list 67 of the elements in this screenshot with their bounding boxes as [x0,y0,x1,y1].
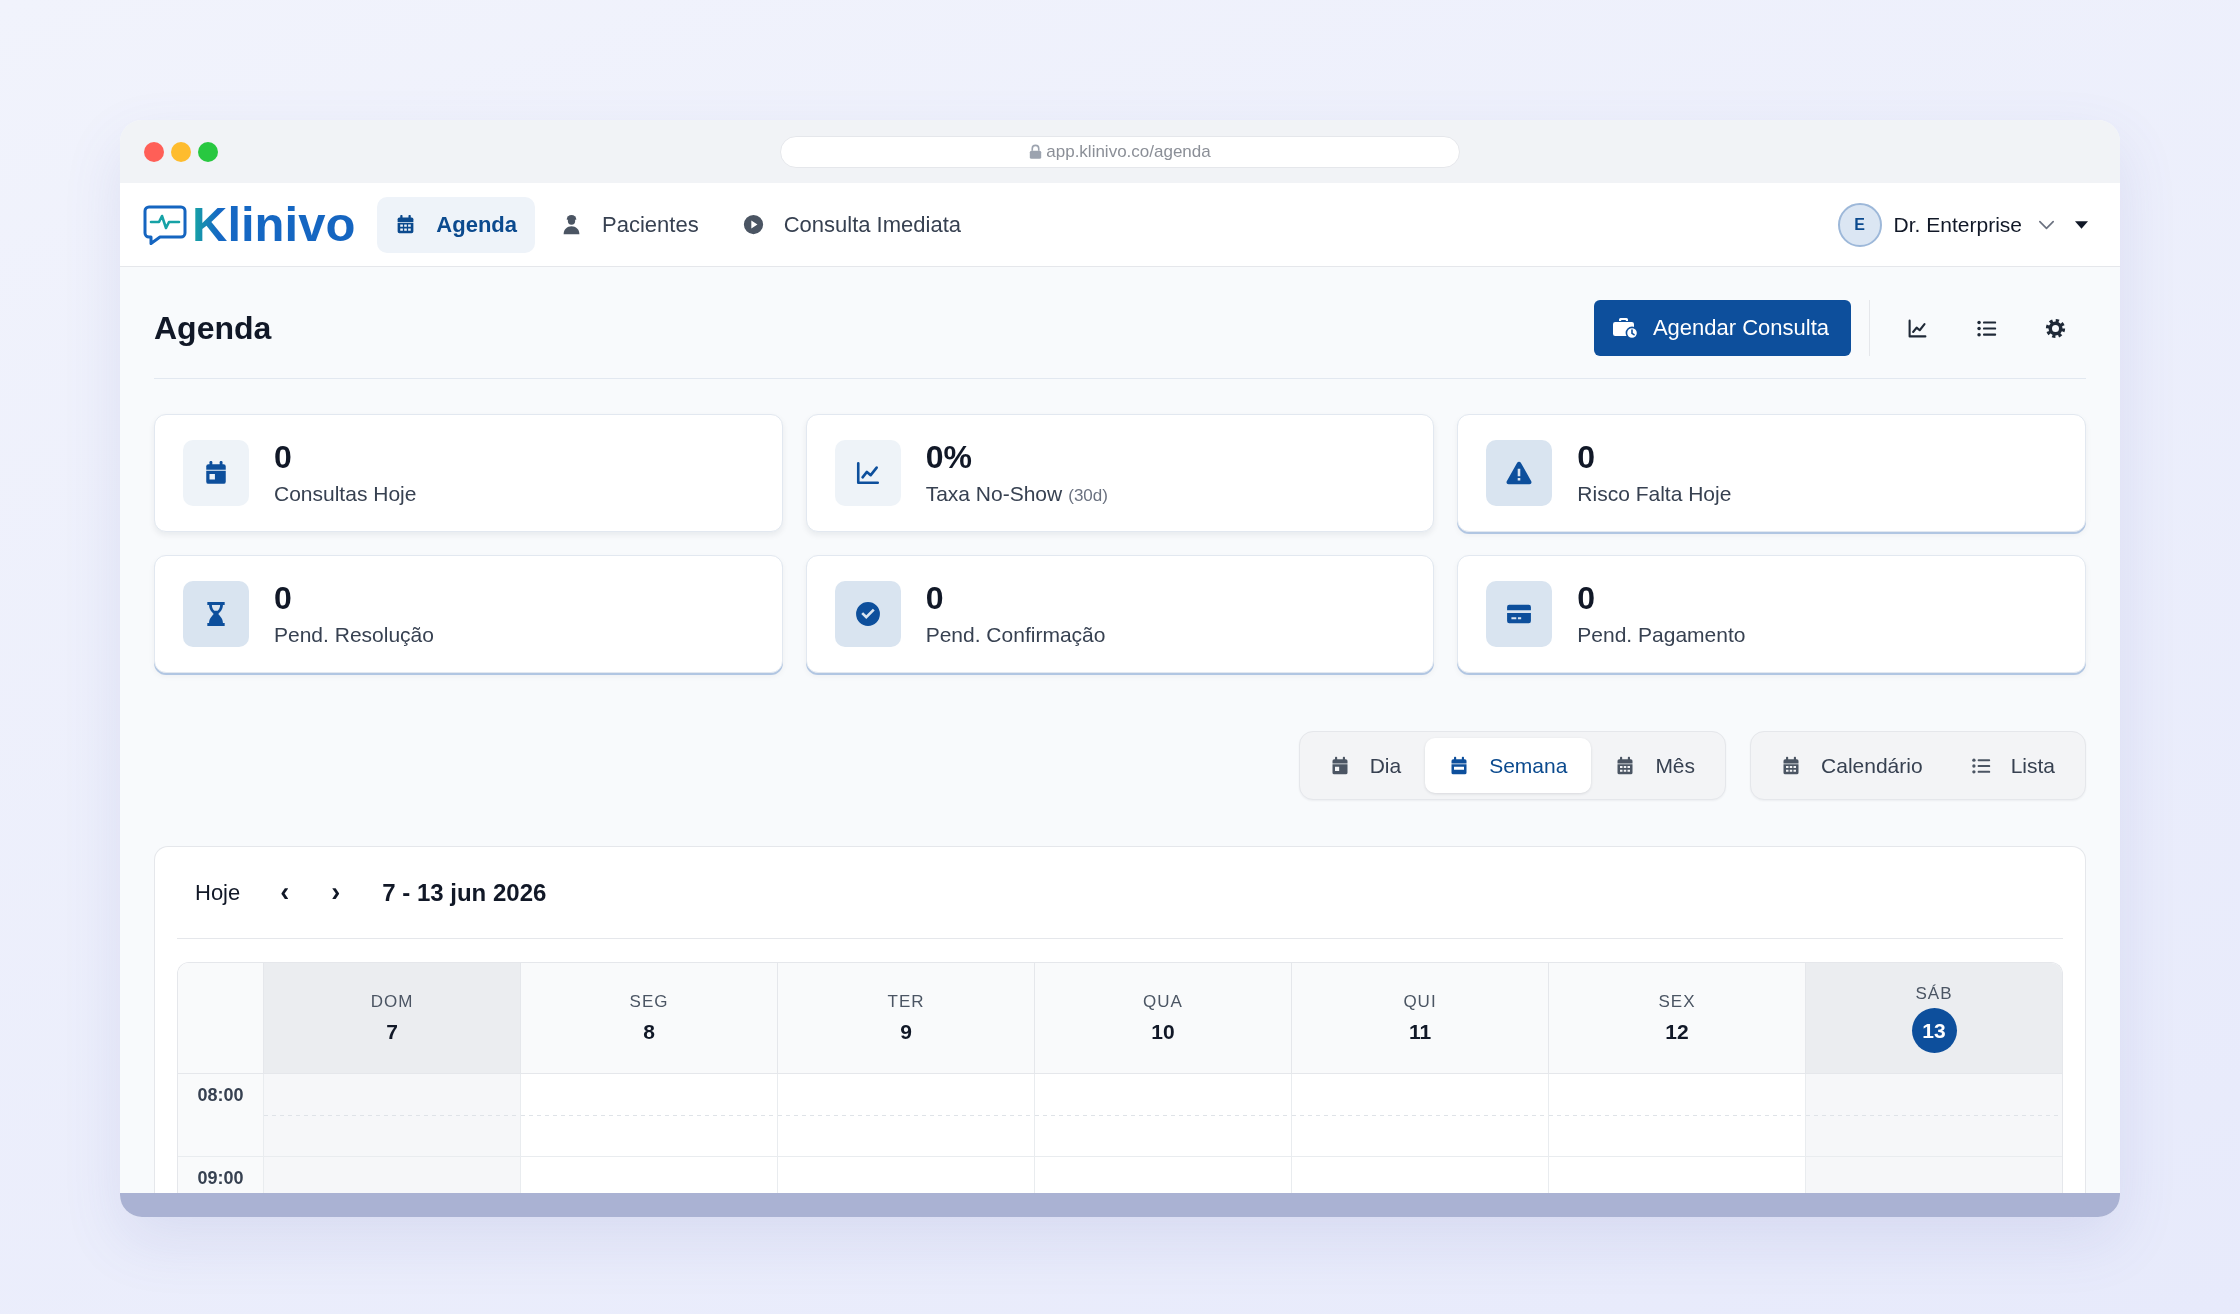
stat-value: 0 [1577,580,1597,617]
view-mode-tab[interactable]: Semana [1425,738,1592,793]
today-date-badge: 13 [1911,1007,1957,1053]
window-maximize-icon[interactable] [198,141,218,162]
weekday-label: QUI [1403,992,1437,1012]
time-label: 08:00 [178,1074,263,1156]
lock-icon [1029,144,1043,159]
weekday-label: TER [887,992,925,1012]
line-chart-icon[interactable] [1906,317,1928,339]
next-week-button[interactable]: › [323,876,349,909]
day-number: 9 [900,1020,912,1044]
caret-down-icon[interactable] [2075,220,2088,229]
previous-week-button[interactable]: ‹ [272,876,298,909]
nav-tab[interactable]: Pacientes [543,196,717,253]
calendar-icon [1615,755,1636,776]
time-slot[interactable] [1805,1157,2062,1193]
stat-value: 0 [274,580,293,617]
stat-label: Pend. Resolução [274,623,434,648]
page-title: Agenda [154,309,272,347]
weekday-label: SÁB [1915,983,1953,1004]
weekday-label: SEG [629,992,669,1012]
stat-label: Risco Falta Hoje [1577,482,1732,507]
settings-icon[interactable] [2044,317,2066,339]
schedule-appointment-button[interactable]: Agendar Consulta [1593,300,1851,356]
calendar-icon [1781,755,1802,776]
briefcase-clock-icon [1611,316,1639,340]
stat-label: Taxa No-Show [925,482,1063,507]
stat-label: Pend. Pagamento [1577,623,1746,648]
chevron-down-icon [2038,219,2055,230]
line-chart-icon [834,440,901,506]
today-button[interactable]: Hoje [191,875,245,910]
credit-card-icon [1486,581,1553,647]
weekday-label: SEX [1658,992,1696,1012]
day-number: 11 [1408,1020,1432,1044]
stat-label: Pend. Confirmação [925,623,1106,648]
window-close-icon[interactable] [144,141,164,162]
calendar-icon [183,440,249,506]
calendar-week-icon [1449,755,1470,776]
stat-period-note: (30d) [1068,486,1108,507]
avatar: E [1837,202,1882,247]
time-slot[interactable] [263,1157,520,1193]
weekday-label: QUA [1143,992,1183,1012]
stat-value: 0 [1577,439,1597,476]
user-menu-button[interactable]: E Dr. Enterprise [1837,202,2055,247]
nav-tab[interactable]: Consulta Imediata [724,196,979,253]
time-slot[interactable] [263,1074,520,1156]
logo-icon[interactable] [143,204,187,245]
display-mode-tab[interactable]: Calendário [1757,738,1947,793]
stat-value: 0 [274,439,293,476]
date-range-title: 7 - 13 jun 2026 [382,878,547,907]
window-minimize-icon[interactable] [171,141,191,162]
weekday-label: DOM [370,992,414,1012]
day-number: 12 [1665,1020,1689,1044]
time-label: 09:00 [178,1157,263,1193]
day-number: 10 [1151,1020,1175,1044]
stat-value: 0 [925,580,945,617]
time-slot[interactable] [1805,1074,2062,1156]
day-number: 8 [643,1020,655,1044]
view-mode-tab[interactable]: Mês [1591,738,1720,793]
nav-tab[interactable]: Agenda [377,196,536,253]
view-mode-tab[interactable]: Dia [1305,738,1426,793]
warning-icon [1486,440,1553,506]
day-number: 7 [386,1020,398,1044]
stat-value: 0% [925,439,973,476]
stat-label: Consultas Hoje [274,482,417,507]
hourglass-icon [183,581,249,647]
display-mode-tab[interactable]: Lista [1946,738,2079,793]
